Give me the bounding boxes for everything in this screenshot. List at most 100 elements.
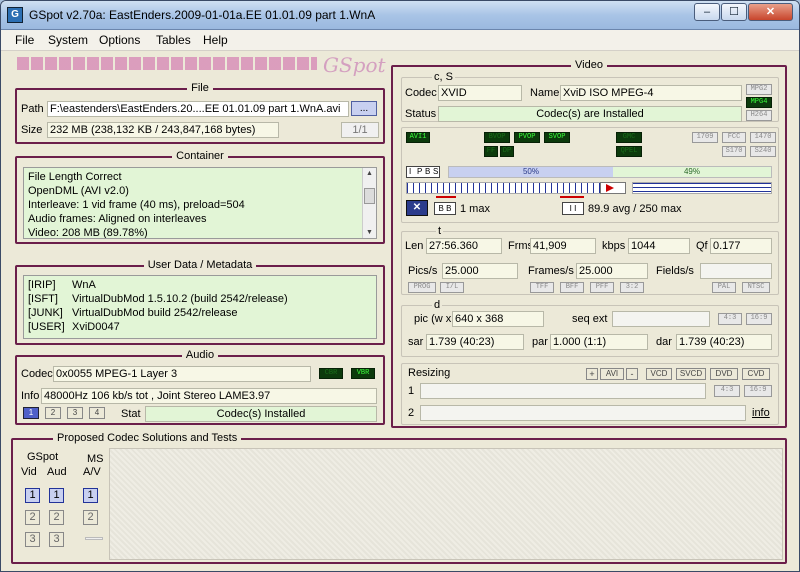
container-scrollbar[interactable]: ▲ ▼ [362, 168, 376, 238]
maximize-button[interactable]: ☐ [721, 3, 747, 21]
list-item: OpenDML (AVI v2.0) [28, 185, 129, 197]
prog-indicator: PROG [408, 282, 436, 293]
resize-svcd-button[interactable]: SVCD [676, 368, 706, 380]
kbps-field: 1044 [628, 238, 690, 254]
timing-subsection: t Len 27:56.360 Frms 41,909 kbps 1044 Qf… [401, 224, 779, 295]
ms-test-1-button[interactable]: 1 [83, 488, 98, 503]
len-field: 27:56.360 [426, 238, 502, 254]
logo-gradient-strip [17, 57, 317, 70]
vid-test-1-button[interactable]: 1 [25, 488, 40, 503]
ar-16-9-indicator: 16:9 [746, 313, 772, 325]
ms-label: MS [87, 453, 104, 465]
container-info-list[interactable]: File Length Correct OpenDML (AVI v2.0) I… [23, 167, 377, 239]
list-item: Audio frames: Aligned on interleaves [28, 213, 207, 225]
iframe-avg-label: 89.9 avg / 250 max [588, 203, 682, 215]
title-bar[interactable]: G GSpot v2.70a: EastEnders.2009-01-01a.E… [1, 1, 799, 30]
sar-field: 1.739 (40:23) [426, 334, 524, 350]
audio-stream-1-button[interactable]: 1 [23, 407, 39, 419]
menu-file[interactable]: File [15, 33, 34, 47]
file-group-title: File [187, 82, 213, 94]
frame-type-i: I [409, 167, 412, 176]
metadata-list[interactable]: [IRIP] WnA [ISFT] VirtualDubMod 1.5.10.2… [23, 275, 377, 339]
gspot-label: GSpot [27, 451, 59, 463]
aud-test-1-button[interactable]: 1 [49, 488, 64, 503]
audio-stream-3-button[interactable]: 3 [67, 407, 83, 419]
proposed-solutions-area[interactable] [109, 448, 783, 560]
metadata-group: User Data / Metadata [IRIP] WnA [ISFT] V… [15, 259, 385, 345]
metadata-key: [ISFT] [28, 293, 58, 305]
audio-group: Audio Codec 0x0055 MPEG-1 Layer 3 CBR VB… [15, 349, 385, 425]
ms-test-2-button[interactable]: 2 [83, 510, 98, 525]
vbr-indicator: VBR [351, 368, 375, 379]
std-s240-indicator: S240 [750, 146, 776, 157]
container-group-title: Container [172, 150, 228, 162]
bitrate-lines-graph [632, 182, 772, 194]
window-title: GSpot v2.70a: EastEnders.2009-01-01a.EE … [29, 8, 376, 22]
vid-test-3-button[interactable]: 3 [25, 532, 40, 547]
menu-system[interactable]: System [48, 33, 88, 47]
resize-dvd-button[interactable]: DVD [710, 368, 738, 380]
video-group: Video c, S Codec XVID Name XviD ISO MPEG… [391, 59, 787, 428]
bff-indicator: BFF [560, 282, 584, 293]
frame-type-legend: I P B S [406, 166, 440, 178]
aud-test-2-button[interactable]: 2 [49, 510, 64, 525]
menu-help[interactable]: Help [203, 33, 228, 47]
gspot-logo: GSpot [323, 53, 386, 77]
audio-stream-4-button[interactable]: 4 [89, 407, 105, 419]
audio-codec-field: 0x0055 MPEG-1 Layer 3 [53, 366, 311, 382]
std-1709-indicator: 1709 [692, 132, 718, 143]
codec-subsection: c, S Codec XVID Name XviD ISO MPEG-4 MPG… [401, 70, 779, 122]
bframe-range-marker [436, 196, 456, 198]
resize-minus-button[interactable]: - [626, 368, 638, 380]
scroll-down-icon[interactable]: ▼ [366, 229, 373, 236]
par-label: par [532, 336, 548, 348]
aud-test-3-button[interactable]: 3 [49, 532, 64, 547]
metadata-key: [JUNK] [28, 307, 63, 319]
close-button[interactable]: ✕ [748, 3, 793, 21]
file-group: File Path F:\eastenders\EastEnders.20...… [15, 82, 385, 144]
qpel-indicator: QPEL [616, 146, 642, 157]
browse-button[interactable]: ... [351, 101, 377, 116]
pic-label: pic (w x [414, 313, 452, 325]
fields-label: Fields/s [656, 265, 694, 277]
video-status-field: Codec(s) are Installed [438, 106, 742, 122]
path-label: Path [21, 103, 44, 115]
info-link[interactable]: info [752, 406, 770, 420]
menu-bar: File System Options Tables Help [1, 30, 799, 51]
audio-stream-2-button[interactable]: 2 [45, 407, 61, 419]
resize-cvd-button[interactable]: CVD [742, 368, 770, 380]
bframe-max-label: 1 max [460, 203, 490, 215]
std-s170-indicator: S170 [722, 146, 746, 157]
xvid-logo-icon: ✕ [406, 200, 428, 216]
client-area: GSpot File Path F:\eastenders\EastEnders… [5, 52, 795, 569]
bframe-indicator: B B [434, 202, 456, 215]
menu-options[interactable]: Options [99, 33, 140, 47]
playhead-marker[interactable] [600, 182, 626, 194]
vid-test-2-button[interactable]: 2 [25, 510, 40, 525]
bitstream-subsection: AVI1 BVOP PVOP SVOP FF DP GMC QPEL 1709 … [401, 127, 779, 223]
dar-label: dar [656, 336, 672, 348]
app-icon[interactable]: G [7, 7, 23, 23]
iframe-indicator: I I [562, 202, 584, 215]
file-index-indicator: 1/1 [341, 122, 379, 138]
audio-stat-label: Stat [121, 408, 141, 420]
video-codec-field: XVID [438, 85, 522, 101]
list-item: File Length Correct [28, 171, 122, 183]
resize-row-2-label: 2 [408, 407, 415, 419]
resize-vcd-button[interactable]: VCD [646, 368, 672, 380]
scroll-up-icon[interactable]: ▲ [366, 170, 373, 177]
audio-group-title: Audio [181, 349, 219, 361]
dp-indicator: DP [500, 146, 514, 157]
metadata-key: [USER] [28, 321, 65, 333]
svop-indicator: SVOP [544, 132, 570, 143]
list-item: Interleave: 1 vid frame (40 ms), preload… [28, 199, 245, 211]
path-field[interactable]: F:\eastenders\EastEnders.20....EE 01.01.… [47, 101, 349, 117]
proposed-codec-group: Proposed Codec Solutions and Tests GSpot… [11, 432, 787, 564]
resize-avi-button[interactable]: AVI [600, 368, 624, 380]
qf-label: Qf [696, 240, 708, 252]
tff-indicator: TFF [530, 282, 554, 293]
menu-tables[interactable]: Tables [156, 33, 191, 47]
scroll-thumb[interactable] [364, 188, 375, 204]
resize-plus-button[interactable]: + [586, 368, 598, 380]
minimize-button[interactable]: – [694, 3, 720, 21]
